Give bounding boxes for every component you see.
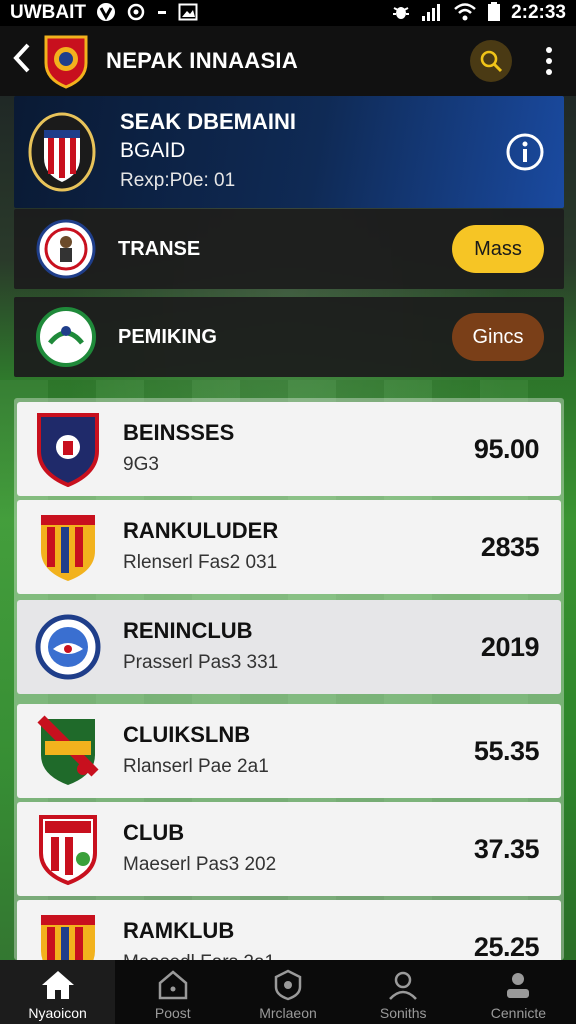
- app-bar: NEPAK INNAASIA: [0, 26, 576, 96]
- club-value: 2019: [480, 631, 540, 662]
- app-title: NEPAK INNAASIA: [106, 48, 299, 73]
- status-bar: UWBAIT 2:2:33: [0, 0, 576, 26]
- banner-title-line2: BGAID: [120, 139, 186, 162]
- club-value: 55.35: [473, 735, 540, 766]
- home-icon: [41, 971, 74, 999]
- club-name: RAMKLUB: [123, 918, 235, 943]
- club-crest-icon: [36, 217, 96, 281]
- nav-item-poost[interactable]: Poost: [115, 960, 230, 1024]
- gincs-button[interactable]: Gincs: [452, 313, 544, 361]
- club-crest-icon: [35, 609, 101, 685]
- club-subtitle: Rlanserl Pae 2a1: [123, 756, 269, 777]
- nav-item-soniths[interactable]: Soniths: [346, 960, 461, 1024]
- carrier-label: UWBAIT: [10, 2, 86, 23]
- nav-label: Nyaoicon: [28, 1005, 87, 1021]
- nav-label: Mrclaeon: [259, 1005, 317, 1021]
- list-item[interactable]: CLUB Maeserl Pas3 202 37.35: [17, 802, 561, 896]
- club-header-banner: SEAK DBEMAINI BGAID Rexp:P0e: 01: [14, 96, 564, 208]
- banner-subtitle: Rexp:P0e: 01: [120, 170, 236, 191]
- club-value: 95.00: [473, 433, 540, 464]
- club-crest-icon: [28, 112, 96, 192]
- feature-label: TRANSE: [118, 237, 201, 260]
- club-crest-icon: [36, 305, 96, 369]
- club-subtitle: Maeserl Pas3 202: [123, 854, 277, 875]
- nav-item-cennicte[interactable]: Cennicte: [461, 960, 576, 1024]
- image-icon: [178, 2, 198, 25]
- battery-icon: [487, 1, 501, 25]
- bottom-navigation: Nyaoicon Poost Mrclaeon Soniths Cennicte: [0, 960, 576, 1024]
- club-name: BEINSSES: [123, 420, 235, 445]
- club-crest-icon: [35, 811, 101, 887]
- wifi-icon: [453, 2, 477, 25]
- club-subtitle: 9G3: [123, 454, 159, 475]
- list-item[interactable]: RANKULUDER Rlenserl Fas2 031 2835: [17, 500, 561, 594]
- nav-item-home[interactable]: Nyaoicon: [0, 960, 116, 1024]
- nav-label: Poost: [154, 1005, 191, 1021]
- club-subtitle: Prasserl Pas3 331: [123, 652, 279, 673]
- nav-label: Cennicte: [490, 1005, 547, 1021]
- club-crest-icon: [35, 411, 101, 488]
- list-item[interactable]: CLUIKSLNB Rlanserl Pae 2a1 55.35: [17, 704, 561, 798]
- club-value: 25.25: [473, 931, 540, 961]
- club-name: RENINCLUB: [123, 618, 253, 643]
- signal-icon: [421, 2, 443, 25]
- club-name: CLUB: [123, 820, 185, 845]
- banner-title: SEAK DBEMAINI: [120, 109, 297, 134]
- more-vertical-icon[interactable]: [534, 41, 564, 81]
- club-name: RANKULUDER: [123, 518, 279, 543]
- nav-label: Soniths: [379, 1005, 427, 1021]
- feature-label: PEMIKING: [118, 325, 217, 348]
- club-subtitle: Maasedl Fars 2a1: [123, 949, 275, 960]
- dash-icon: [156, 2, 168, 25]
- list-item[interactable]: BEINSSES 9G3 95.00: [17, 402, 561, 496]
- info-icon[interactable]: [504, 131, 546, 173]
- sync-icon: [126, 2, 146, 25]
- club-crest-icon: [35, 909, 101, 960]
- clock: 2:2:33: [511, 2, 566, 23]
- shield-icon: [274, 969, 302, 1001]
- club-name: CLUIKSLNB: [123, 722, 251, 747]
- club-crest-icon: [35, 509, 101, 585]
- club-crest-icon: [35, 713, 101, 789]
- nav-item-mrclaeon[interactable]: Mrclaeon: [230, 960, 345, 1024]
- house-outline-icon: [158, 970, 188, 1000]
- list-item[interactable]: RAMKLUB Maasedl Fars 2a1 25.25: [17, 900, 561, 960]
- profile-icon: [507, 973, 530, 998]
- v-badge-icon: [96, 2, 116, 25]
- club-crest-icon: [40, 33, 92, 89]
- club-value: 37.35: [473, 833, 540, 864]
- mass-button[interactable]: Mass: [452, 225, 544, 273]
- person-icon: [389, 971, 418, 1000]
- list-item[interactable]: RENINCLUB Prasserl Pas3 331 2019: [17, 600, 561, 694]
- bug-icon: [391, 2, 411, 25]
- search-icon[interactable]: [470, 40, 512, 82]
- back-chevron-icon[interactable]: [12, 42, 34, 80]
- club-list: BEINSSES 9G3 95.00 RANKULUDER Rlenserl F…: [14, 398, 564, 960]
- club-subtitle: Rlenserl Fas2 031: [123, 552, 278, 573]
- club-value: 2835: [480, 531, 540, 562]
- feature-row-pemiking[interactable]: PEMIKING Gincs: [14, 297, 564, 377]
- feature-row-transe[interactable]: TRANSE Mass: [14, 209, 564, 289]
